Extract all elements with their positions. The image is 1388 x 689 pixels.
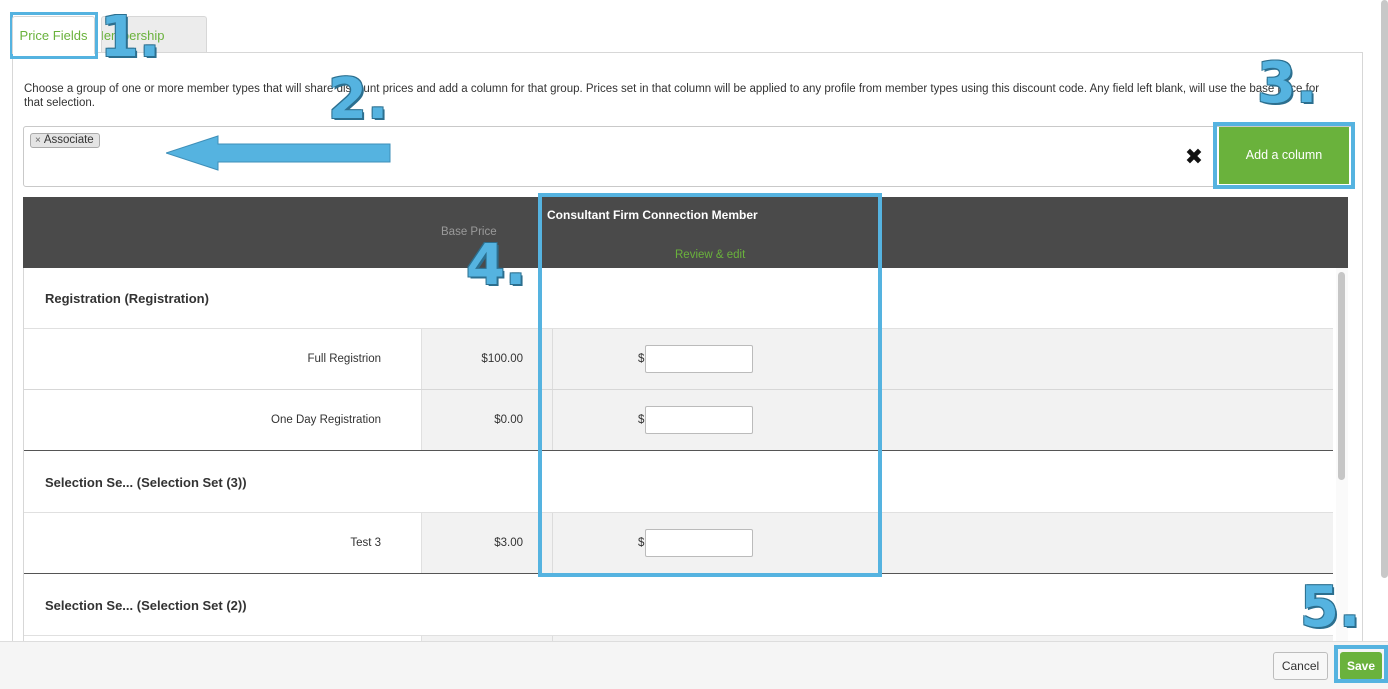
table-header: Base Price Consultant Firm Connection Me… xyxy=(23,197,1348,268)
tag-remove-icon[interactable]: × xyxy=(35,134,41,147)
group-header: Selection Se... (Selection Set (3)) xyxy=(24,452,1333,513)
step-number-2: 2. xyxy=(328,67,389,132)
row-label-cell: Full Registrion xyxy=(24,329,422,389)
currency-symbol: $ xyxy=(638,537,645,549)
currency-symbol: $ xyxy=(638,414,645,426)
page-scrollbar-thumb[interactable] xyxy=(1381,0,1388,578)
group-title: Registration (Registration) xyxy=(45,291,209,306)
step-number-4: 4. xyxy=(466,233,527,298)
row-label-cell: One Day Registration xyxy=(24,390,422,450)
row-label-cell: Test 3 xyxy=(24,513,422,573)
column-divider xyxy=(552,329,553,389)
group-title: Selection Se... (Selection Set (3)) xyxy=(45,475,247,490)
table-scrollbar-thumb[interactable] xyxy=(1338,272,1345,480)
step-number-3: 3. xyxy=(1257,51,1318,116)
instructions-text: Choose a group of one or more member typ… xyxy=(24,83,1320,109)
step-number-1: 1. xyxy=(100,5,161,70)
review-edit-link[interactable]: Review & edit xyxy=(675,249,745,261)
row-base-price: $100.00 xyxy=(481,353,523,365)
pointer-arrow-icon xyxy=(166,135,391,171)
discount-price-input[interactable] xyxy=(645,406,753,434)
row-label: One Day Registration xyxy=(271,414,381,426)
discount-price-input[interactable] xyxy=(645,529,753,557)
column-divider xyxy=(552,390,553,450)
row-base-price: $3.00 xyxy=(494,537,523,549)
row-label: Full Registrion xyxy=(307,353,382,365)
column-divider xyxy=(552,513,553,573)
currency-symbol: $ xyxy=(638,353,645,365)
add-column-button[interactable]: Add a column xyxy=(1219,127,1349,184)
group-title: Selection Se... (Selection Set (2)) xyxy=(45,598,247,613)
table-row: Test 3 $3.00 $ xyxy=(24,513,1333,574)
discount-column-title: Consultant Firm Connection Member xyxy=(547,208,758,222)
tab-price-fields[interactable]: Price Fields xyxy=(12,16,95,54)
discount-price-input[interactable] xyxy=(645,345,753,373)
group-header: Selection Se... (Selection Set (2)) xyxy=(24,575,1333,636)
table-row: Full Registrion $100.00 $ xyxy=(24,329,1333,390)
price-table-body: Registration (Registration) Full Registr… xyxy=(23,268,1333,641)
cancel-button[interactable]: Cancel xyxy=(1273,652,1328,680)
table-row: One Day Registration $0.00 $ xyxy=(24,390,1333,451)
group-header: Registration (Registration) xyxy=(24,268,1333,329)
row-label: Test 3 xyxy=(350,537,381,549)
selected-tag-associate: × Associate xyxy=(30,133,100,148)
footer-bar: Cancel Save xyxy=(0,641,1388,689)
clear-selection-icon[interactable]: ✖ xyxy=(1184,145,1204,169)
tag-label: Associate xyxy=(43,134,94,146)
save-button[interactable]: Save xyxy=(1340,652,1382,680)
row-base-price: $0.00 xyxy=(494,414,523,426)
step-number-5: 5. xyxy=(1300,575,1361,640)
